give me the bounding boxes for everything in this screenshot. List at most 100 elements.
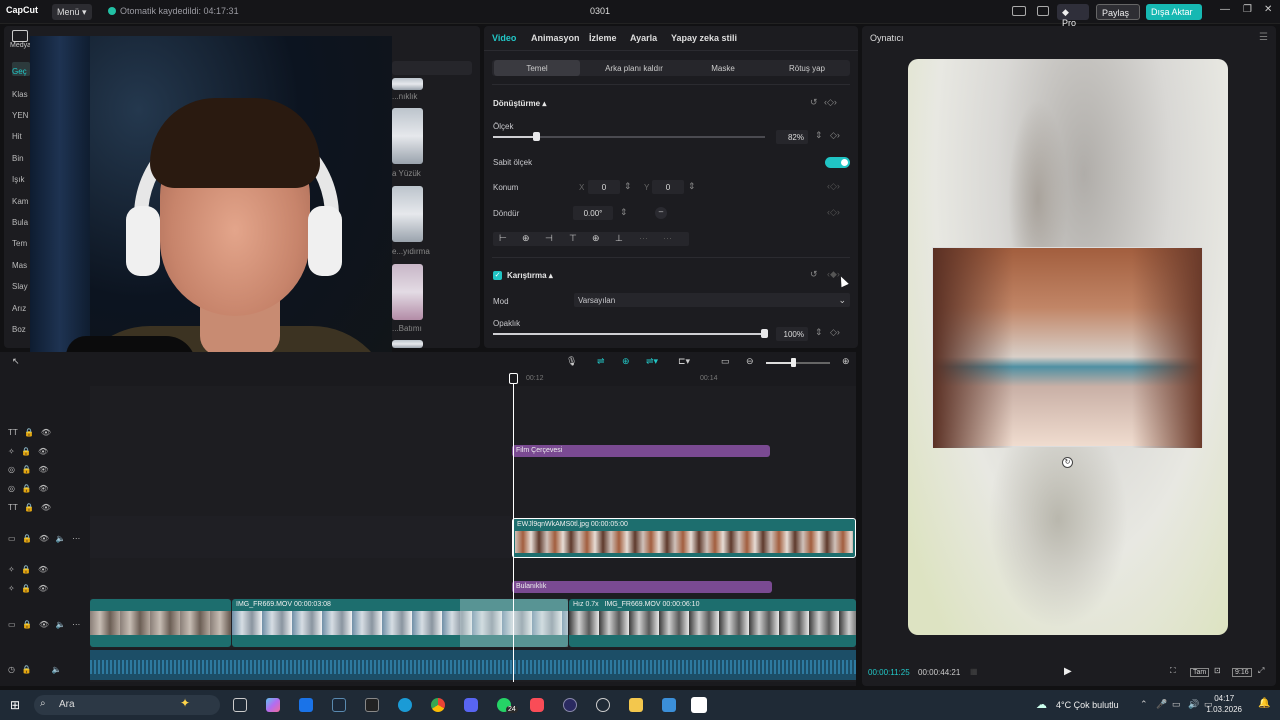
effect-clip[interactable]: Bulanıklık [512,581,772,593]
preview-overlay-image[interactable] [932,247,1203,448]
category-item[interactable]: YEN [12,111,28,120]
scale-stepper[interactable]: ⇕ [815,130,823,141]
snap-icon[interactable]: ⇌▾ [646,356,658,367]
zoom-slider[interactable] [766,358,830,367]
reset-icon[interactable]: ↺ [810,97,818,108]
link-clips-icon[interactable]: ⇌ [597,356,605,367]
subtab-retouch[interactable]: Rötuş yap [764,60,850,76]
effect-thumbnail[interactable] [392,264,423,320]
timeline-ruler[interactable]: 00:12 00:14 [90,374,856,386]
track-controls-text[interactable]: TT 🔒 👁 [8,428,51,437]
effect-clip[interactable]: Film Çerçevesi [512,445,770,457]
image-clip[interactable]: EWJl9qnWkAMS0tl.jpg 00:00:05:00 [512,518,856,558]
category-item[interactable]: Tem [12,239,27,248]
align-center-v-icon[interactable]: ⊕ [592,233,600,244]
scale-value[interactable]: 82% [776,130,808,144]
opacity-stepper[interactable]: ⇕ [815,327,823,338]
chrome-icon[interactable] [431,698,445,712]
align-top-icon[interactable]: ⊤ [569,233,577,244]
tab-video[interactable]: Video [492,33,516,43]
layout-icon[interactable] [1012,6,1026,16]
screenshot-icon[interactable]: ⊡ [1214,666,1221,675]
align-bottom-icon[interactable]: ⊥ [615,233,623,244]
mic-tray-icon[interactable]: 🎤 [1156,699,1167,710]
media-icon[interactable] [12,30,28,42]
aspect-ratio-button[interactable]: 9:16 [1232,668,1252,677]
timeline-grid-icon[interactable]: ▦ [970,667,978,676]
rotate-handle-icon[interactable]: ↻ [1062,457,1073,468]
transform-section-title[interactable]: Dönüştürme ▴ [493,99,546,108]
effect-thumbnail[interactable] [392,340,423,348]
opacity-slider-handle[interactable] [761,329,768,338]
tray-chevron-icon[interactable]: ⌃ [1140,699,1148,710]
rotate-dial-icon[interactable]: – [655,207,667,219]
scale-keyframe-icon[interactable]: ◇› [830,130,840,141]
scale-slider[interactable] [493,132,765,141]
track-controls-video[interactable]: ▭ 🔒 👁 🔈 ⋯ [8,534,80,543]
split-icon[interactable]: ⊏▾ [678,356,690,367]
tab-tracking[interactable]: İzleme [589,33,617,43]
subtab-basic[interactable]: Temel [494,60,580,76]
task-view-icon[interactable] [233,698,247,712]
steam-icon[interactable] [332,698,346,712]
discord-icon[interactable] [464,698,478,712]
music-icon[interactable] [530,698,544,712]
position-keyframe-icon[interactable]: ‹◇› [827,181,840,192]
category-item[interactable]: Mas [12,261,27,270]
align-left-icon[interactable]: ⊢ [499,233,507,244]
category-item[interactable]: Arız [12,304,26,313]
category-item[interactable]: Bula [12,218,28,227]
copilot-app-icon[interactable] [266,698,280,712]
player-menu-icon[interactable]: ☰ [1259,32,1268,43]
track-controls-effect[interactable]: ◎ 🔒 👁 [8,465,48,474]
category-item[interactable]: Hit [12,132,22,141]
category-item[interactable]: Geç [12,67,27,76]
taskbar-search[interactable]: ⌕ Ara ✦ [34,695,220,715]
play-icon[interactable]: ▶ [1064,666,1072,677]
blend-checkbox[interactable]: ✓ [493,271,502,280]
menu-button[interactable]: Menü ▾ [52,4,92,20]
media-tab-label[interactable]: Medya [10,42,31,49]
magnet-icon[interactable]: ⊕ [622,356,630,367]
playhead-handle[interactable] [509,373,518,384]
audio-waveform[interactable] [90,650,856,680]
opacity-value[interactable]: 100% [776,327,808,341]
capcut-taskbar-icon[interactable] [691,697,707,713]
opacity-keyframe-icon[interactable]: ◇› [830,327,840,338]
track-controls-effect[interactable]: ✧ 🔒 👁 [8,584,48,593]
effect-thumbnail[interactable] [392,108,423,164]
windows-start-icon[interactable]: ⊞ [10,698,20,712]
distribute-v-icon[interactable]: ⋯ [663,233,672,244]
fullscreen-icon[interactable]: ⤢ [1258,666,1264,676]
effects-search-field[interactable] [392,61,472,75]
scale-slider-handle[interactable] [533,132,540,141]
select-tool-icon[interactable]: ↖ [12,356,20,367]
track-controls-main[interactable]: ▭ 🔒 👁 🔈 ⋯ [8,620,80,629]
track-controls-effect[interactable]: ✧ 🔒 👁 [8,447,48,456]
epic-games-icon[interactable] [365,698,379,712]
fixed-scale-toggle[interactable] [825,157,850,168]
opacity-slider[interactable] [493,329,768,338]
category-item[interactable]: Klas [12,90,28,99]
mode-dropdown[interactable]: Varsayılan ⌄ [574,293,850,307]
file-explorer-icon[interactable] [629,698,643,712]
effect-thumbnail[interactable] [392,78,423,90]
track-controls-text[interactable]: TT 🔒 👁 [8,503,51,512]
share-button[interactable]: Paylaş [1096,4,1140,20]
align-right-icon[interactable]: ⊣ [545,233,553,244]
preview-axis-icon[interactable]: ▭ [721,356,730,367]
outlook-icon[interactable] [299,698,313,712]
rotate-input[interactable]: 0.00° [573,206,613,220]
paint-icon[interactable] [662,698,676,712]
full-quality-button[interactable]: Tam [1190,668,1210,677]
position-y-stepper[interactable]: ⇕ [688,181,696,192]
tab-animation[interactable]: Animasyon [531,33,580,43]
minimize-icon[interactable]: — [1220,4,1230,15]
playhead[interactable] [513,374,514,682]
track-controls-effect[interactable]: ✧ 🔒 👁 [8,565,48,574]
maximize-icon[interactable]: ❐ [1243,4,1252,15]
zoom-slider-handle[interactable] [791,358,796,367]
notification-icon[interactable]: 🔔 [1258,698,1270,709]
track-controls-effect[interactable]: ◎ 🔒 👁 [8,484,48,493]
network-icon[interactable]: ▭ [1172,699,1181,710]
